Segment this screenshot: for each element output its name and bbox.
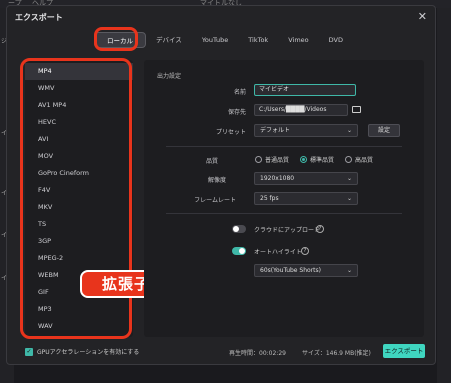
check-icon: ✓ — [25, 347, 33, 356]
highlight-length-value: 60s(YouTube Shorts) — [260, 267, 321, 274]
preset-label: プリセット — [215, 129, 246, 136]
close-icon[interactable]: ✕ — [418, 10, 427, 23]
preset-settings-button[interactable]: 設定 — [368, 124, 400, 137]
radio-dot — [255, 156, 262, 163]
tab-device[interactable]: デバイス — [146, 32, 192, 48]
duration-text: 再生時間：00:02:29 — [229, 350, 286, 357]
section-title: 出力設定 — [157, 73, 182, 80]
preset-value: デフォルト — [260, 127, 291, 134]
radio-dot — [345, 156, 352, 163]
resolution-value: 1920x1080 — [260, 175, 295, 182]
preset-select[interactable]: デフォルト ⌄ — [254, 124, 358, 137]
auto-highlight-toggle[interactable] — [232, 247, 246, 255]
highlight-length-select[interactable]: 60s(YouTube Shorts) ⌄ — [254, 264, 358, 277]
resolution-label: 解像度 — [207, 177, 226, 184]
quality-normal-radio[interactable]: 普通品質 — [255, 155, 289, 164]
path-label: 保存先 — [227, 109, 246, 116]
framerate-value: 25 fps — [260, 195, 279, 202]
cloud-upload-toggle[interactable] — [232, 225, 246, 233]
folder-icon[interactable] — [352, 106, 361, 113]
auto-highlight-label: オートハイライト — [254, 249, 302, 256]
size-text: サイズ：146.9 MB(推定) — [302, 350, 371, 357]
chevron-down-icon: ⌄ — [346, 195, 352, 202]
radio-label: 標準品質 — [310, 157, 335, 164]
framerate-label: フレームレート — [194, 197, 236, 204]
dialog-title: エクスポート — [15, 13, 63, 22]
background-right-panel — [437, 8, 451, 383]
radio-label: 普通品質 — [265, 157, 290, 164]
tab-vimeo[interactable]: Vimeo — [278, 32, 318, 48]
help-icon[interactable]: ? — [301, 247, 309, 255]
radio-label: 高品質 — [355, 157, 374, 164]
tab-youtube[interactable]: YouTube — [192, 32, 238, 48]
tab-tiktok[interactable]: TikTok — [238, 32, 278, 48]
export-button[interactable]: エクスポート — [383, 344, 425, 358]
quality-high-radio[interactable]: 高品質 — [345, 155, 373, 164]
divider — [166, 213, 402, 214]
quality-standard-radio[interactable]: 標準品質 — [300, 155, 334, 164]
quality-label: 品質 — [205, 158, 218, 165]
name-field[interactable]: マイビデオ — [254, 84, 356, 96]
tab-dvd[interactable]: DVD — [319, 32, 353, 48]
divider — [166, 146, 402, 147]
help-icon[interactable]: ? — [316, 225, 324, 233]
framerate-select[interactable]: 25 fps ⌄ — [254, 192, 358, 205]
radio-dot — [300, 156, 307, 163]
path-field[interactable]: C:/Users/████/Videos — [254, 104, 348, 116]
gpu-acceleration-checkbox[interactable]: ✓ GPUアクセラレーションを有効にする — [25, 347, 139, 356]
gpu-label: GPUアクセラレーションを有効にする — [37, 349, 140, 356]
output-settings-panel: 出力設定 名前 マイビデオ 保存先 C:/Users/████/Videos プ… — [144, 60, 424, 337]
resolution-select[interactable]: 1920x1080 ⌄ — [254, 172, 358, 185]
chevron-down-icon: ⌄ — [346, 175, 352, 182]
name-label: 名前 — [233, 89, 246, 96]
tab-highlight-annotation — [94, 27, 138, 51]
cloud-upload-label: クラウドにアップロード — [254, 227, 321, 234]
chevron-down-icon: ⌄ — [346, 127, 352, 134]
chevron-down-icon: ⌄ — [346, 267, 352, 274]
